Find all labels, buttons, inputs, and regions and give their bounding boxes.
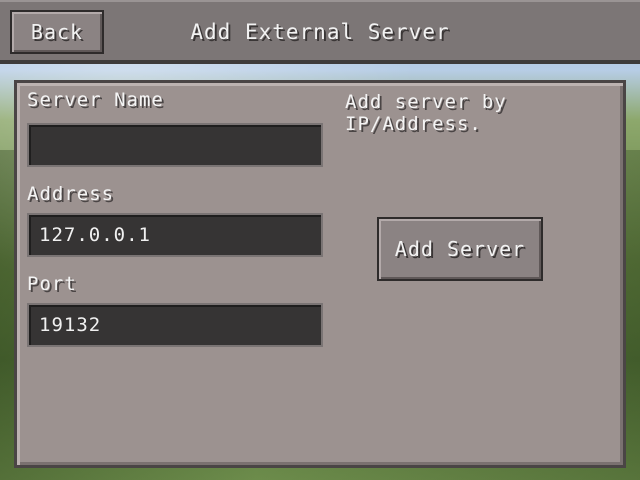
server-name-label: Server Name (27, 89, 164, 111)
hint-line-2: IP/Address. (345, 113, 482, 135)
hint-line-1: Add server by (345, 91, 507, 113)
port-field[interactable]: 19132 (27, 303, 323, 347)
add-server-panel: Server Name Address 127.0.0.1 Port 19132… (14, 80, 626, 468)
add-server-button[interactable]: Add Server (377, 217, 543, 281)
header-bar: Back Add External Server (0, 0, 640, 64)
address-field[interactable]: 127.0.0.1 (27, 213, 323, 257)
add-server-hint: Add server by IP/Address. (345, 91, 615, 135)
port-label: Port (27, 273, 77, 295)
page-title: Add External Server (190, 20, 450, 44)
address-label: Address (27, 183, 115, 205)
server-name-field[interactable] (27, 123, 323, 167)
back-button[interactable]: Back (10, 10, 104, 54)
